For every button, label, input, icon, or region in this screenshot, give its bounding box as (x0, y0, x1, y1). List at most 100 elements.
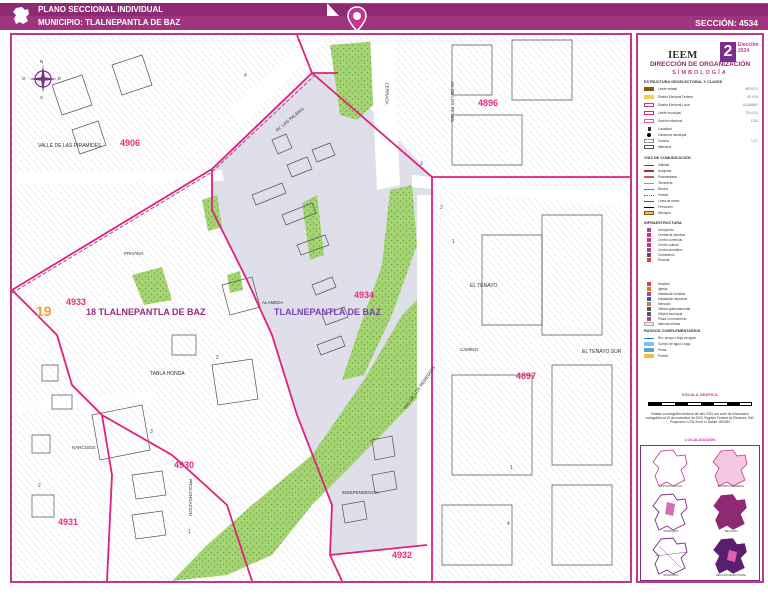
colonia-tenayo: EL TENAYO (470, 283, 498, 289)
swatch-localidad (648, 127, 651, 131)
vias-title: VÍAS DE COMUNICACIÓN (644, 156, 691, 160)
manzana-number: 1 (452, 239, 455, 245)
section-label-4931[interactable]: 4931 (58, 517, 78, 527)
simbologia-title: SIMBOLOGÍA (672, 70, 728, 76)
section-label-4897[interactable]: 4897 (516, 371, 536, 381)
rasgos-title: RASGOS COMPLEMENTARIOS (644, 329, 701, 333)
election-year: Elección 2024 (738, 42, 759, 54)
legend-item: Mancha urbana (644, 321, 760, 327)
colonia-valle: VALLE DE LAS PIRAMIDES (38, 143, 102, 149)
estructura-title: ESTRUCTURA GEOELECTORAL Y CLAVES (644, 80, 723, 84)
legend-logos: IEEM 2 Elección 2024 (652, 39, 759, 62)
legend-item: Escuela (644, 257, 760, 263)
plan-title: PLANO SECCIONAL INDIVIDUAL (38, 5, 164, 14)
municipio-label-right: TLALNEPANTLA DE BAZ (274, 307, 381, 317)
direccion-title: DIRECCIÓN DE ORGANIZACIÓN (649, 61, 751, 68)
legend-item: Manzana (644, 144, 760, 150)
legend-panel: IEEM 2 Elección 2024 DIRECCIÓN DE ORGANI… (636, 33, 764, 583)
legend-item: Mexiquín (644, 210, 760, 216)
manzana-number: 3 (420, 161, 423, 167)
swatch-presa (644, 348, 654, 352)
manzana-number: 4 (507, 521, 510, 527)
seccion-label: SECCIÓN: 4534 (695, 18, 758, 28)
street-label: CAMINO (460, 347, 478, 352)
minimap-caption: SECCIÓN (724, 529, 738, 533)
infra-icon (644, 322, 654, 326)
distrito-number: 19 (36, 303, 52, 319)
swatch-colonia (644, 139, 654, 143)
compass-n: N (40, 59, 44, 64)
minimap-caption: MUNICIPIO (663, 529, 679, 533)
header-accent-stripe (327, 3, 768, 16)
manzana-number: 4 (244, 73, 247, 79)
colonia-tabla-honda: TABLA HONDA (150, 371, 185, 377)
swatch-autopista (644, 170, 654, 172)
legend-item: Puente (644, 353, 760, 359)
minimap-municipio (652, 493, 688, 531)
location-minimaps: DISTRITO LOCAL DISTRITO FEDERAL MUNICIPI… (640, 445, 760, 581)
election-badge: 2 (720, 42, 736, 62)
swatch-metro (644, 201, 654, 202)
legend-item: Sección electoral 1234 (644, 118, 760, 124)
swatch-distrito-local (644, 103, 654, 107)
minimap-seccion (712, 493, 748, 531)
manzana-number: 3 (150, 429, 153, 435)
legend-item: Distrito Electoral Federal 05 XXA (644, 94, 760, 100)
section-label-4930[interactable]: 4930 (174, 460, 194, 470)
swatch-vereda (644, 195, 654, 196)
swatch-limite-estatal (644, 87, 654, 91)
swatch-pavimentada (644, 176, 654, 178)
ieem-logo: IEEM (668, 49, 698, 61)
compass-s: S (40, 95, 44, 100)
manzana-number: 1 (188, 529, 191, 535)
swatch-limite-municipal (644, 111, 654, 115)
compass-e: E (58, 76, 62, 81)
scale-bar (648, 402, 752, 406)
section-label-4906[interactable]: 4906 (120, 138, 140, 148)
swatch-cabecera (647, 133, 651, 137)
swatch-seccion (644, 119, 654, 123)
minimap-caption: DISTRITO FEDERAL (717, 484, 745, 488)
localizacion-title: LOCALIZACIÓN (684, 437, 716, 442)
swatch-mexiquin (644, 211, 654, 215)
cartographic-note: Editado a cartografía electoral del año … (645, 412, 755, 425)
street-label: PRIVADA (124, 251, 144, 256)
legend-item: Distrito Electoral Local ACAMBAY (644, 102, 760, 108)
street-label: INDEPENDENCIA (342, 490, 380, 495)
swatch-manzana (644, 145, 654, 149)
compass-rose-icon (29, 65, 57, 93)
swatch-cuerpo-agua (644, 342, 654, 346)
swatch-ferrocarril (644, 207, 654, 208)
compass-o: O (22, 76, 26, 81)
minimap-caption: DISTRITO LOCAL (659, 484, 683, 488)
municipio-label: MUNICIPIO: TLALNEPANTLA DE BAZ (38, 18, 181, 27)
section-label-4934[interactable]: 4934 (354, 290, 374, 300)
swatch-brecha (644, 189, 654, 190)
street-label: PROLONGACION (187, 479, 193, 516)
minimap-seccion-detail (712, 537, 748, 575)
section-label-4933[interactable]: 4933 (66, 297, 86, 307)
municipio-label-left: 18 TLALNEPANTLA DE BAZ (86, 307, 206, 317)
swatch-puente (644, 354, 654, 358)
section-label-4932[interactable]: 4932 (392, 550, 412, 560)
colonia-tenayo-sur: EL TENAYO SUR (582, 349, 622, 355)
section-label-4896[interactable]: 4896 (478, 98, 498, 108)
street-label: AV. DE LOS REYES (449, 81, 455, 122)
manzana-number: 2 (440, 205, 443, 211)
street-label: NARCISOS (72, 445, 96, 450)
swatch-rio (644, 338, 654, 339)
infra-icon (647, 258, 651, 262)
state-map-icon (13, 7, 29, 24)
manzana-number: 2 (38, 483, 41, 489)
location-pin-icon (347, 6, 367, 32)
minimap-municipio-detail (652, 537, 688, 575)
escala-title: ESCALA GRÁFICA (682, 392, 718, 397)
street-label: CERRADA (384, 82, 390, 105)
legend-item: Límite municipal TOLUCA (644, 110, 760, 116)
map-frame[interactable]: N S E O 4906 4896 4933 4934 4897 4932 49… (10, 33, 632, 583)
street-label: ALAMEDA (262, 300, 284, 305)
minimap-caption: SECCIÓN ELECTORAL (715, 573, 747, 577)
manzana-number: 1 (510, 465, 513, 471)
header-bar: PLANO SECCIONAL INDIVIDUAL MUNICIPIO: TL… (0, 0, 768, 32)
manzana-number: 2 (216, 355, 219, 361)
